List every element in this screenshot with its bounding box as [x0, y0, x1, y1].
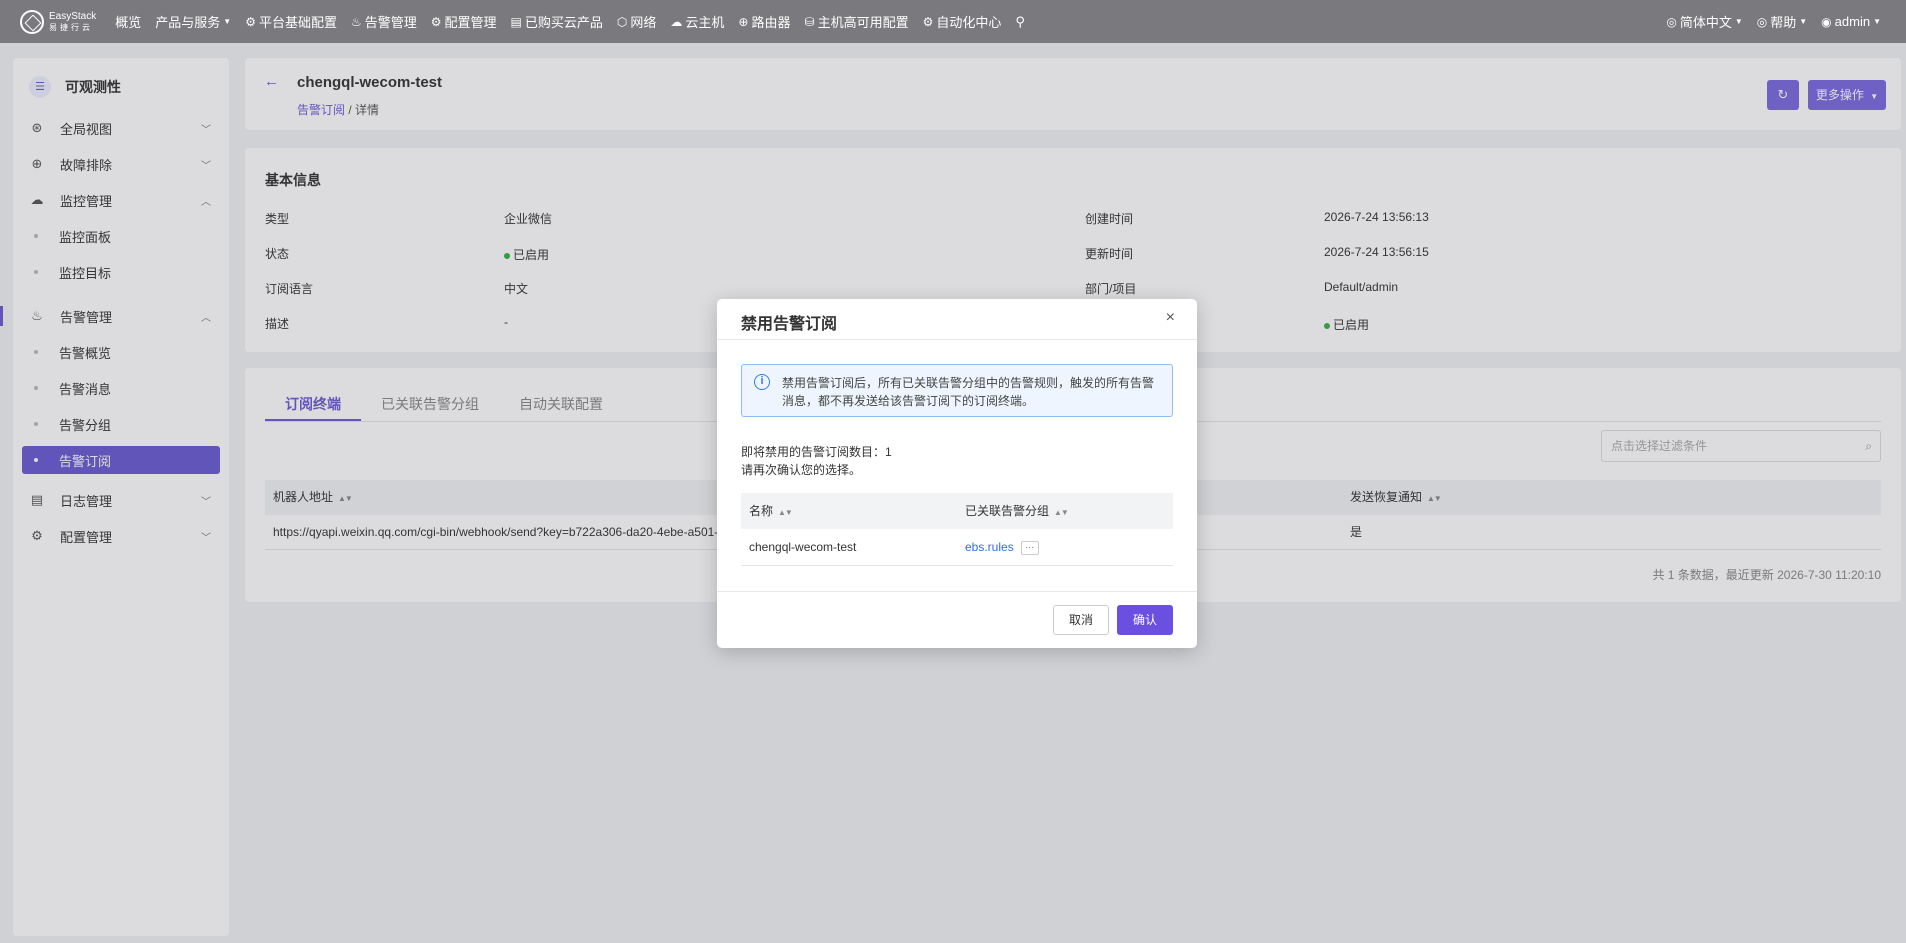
info-icon: i	[754, 374, 770, 390]
nav-item[interactable]: ☁ 云主机	[663, 0, 731, 43]
brand-sub: 易捷行云	[49, 22, 93, 32]
nav-icon: ⛁	[804, 14, 815, 29]
nav-item[interactable]: ⚙ 平台基础配置	[238, 0, 344, 43]
info-alert: i 禁用告警订阅后，所有已关联告警分组中的告警规则，触发的所有告警消息，都不再发…	[741, 364, 1173, 417]
divider	[717, 339, 1197, 340]
column-name[interactable]: 名称 ▲▼	[749, 493, 793, 531]
nav-icon: ⚙	[245, 14, 256, 29]
nav-item[interactable]: ⚙ 配置管理	[424, 0, 504, 43]
help-icon: ◎	[1756, 14, 1768, 29]
nav-menu: 概览 产品与服务 ▼ ⚙ 平台基础配置 ♨ 告警管理 ⚙ 配置管理 ▤ 已购买云产品 ⬡ 网络 ☁ 云主机 ⊕…	[108, 0, 1008, 43]
pin-icon[interactable]: ⚲	[1008, 0, 1032, 43]
logo-icon	[20, 9, 44, 34]
top-nav: EasyStack 易捷行云 概览 产品与服务 ▼ ⚙ 平台基础配置 ♨ 告警管理 ⚙ 配置管理…	[0, 0, 1906, 43]
nav-icon: ⊕	[738, 14, 749, 29]
confirm-button[interactable]: 确认	[1117, 605, 1173, 635]
caret-down-icon: ▼	[1873, 17, 1881, 26]
nav-icon: ⚙	[922, 14, 934, 29]
sort-icon[interactable]: ▲▼	[778, 508, 793, 517]
cancel-button[interactable]: 取消	[1053, 605, 1109, 635]
language-menu[interactable]: ◎ 简体中文 ▼	[1659, 0, 1749, 43]
group-link[interactable]: ebs.rules	[965, 540, 1014, 554]
nav-icon: ♨	[350, 14, 362, 29]
nav-icon: ☁	[670, 14, 683, 29]
nav-item[interactable]: 概览	[108, 0, 148, 43]
divider	[717, 591, 1197, 592]
cell-name: chengql-wecom-test	[749, 540, 857, 554]
caret-down-icon: ▼	[223, 17, 232, 26]
nav-item[interactable]: ⛁ 主机高可用配置	[798, 0, 916, 43]
nav-icon: ⚙	[430, 14, 442, 29]
close-icon[interactable]: ×	[1166, 309, 1175, 327]
confirm-text: 请再次确认您的选择。	[741, 463, 862, 477]
globe-icon: ◎	[1666, 14, 1677, 29]
caret-down-icon: ▼	[1734, 17, 1743, 26]
modal-title: 禁用告警订阅	[741, 316, 838, 333]
column-group[interactable]: 已关联告警分组 ▲▼	[965, 493, 1069, 531]
nav-item[interactable]: ♨ 告警管理	[344, 0, 424, 43]
brand-name: EasyStack	[49, 10, 97, 22]
nav-item[interactable]: ⬡ 网络	[610, 0, 664, 43]
nav-item[interactable]: ⊕ 路由器	[731, 0, 797, 43]
help-menu[interactable]: ◎ 帮助 ▼	[1750, 0, 1814, 43]
nav-icon: ⬡	[616, 14, 628, 29]
user-menu[interactable]: ◉ admin ▼	[1814, 0, 1888, 43]
nav-icon: ▤	[510, 14, 522, 29]
nav-item[interactable]: 产品与服务 ▼	[148, 0, 238, 43]
cell-group: ebs.rules ···	[965, 529, 1039, 565]
logo[interactable]: EasyStack 易捷行云	[20, 9, 97, 34]
nav-item[interactable]: ⚙ 自动化中心	[916, 0, 1009, 43]
modal-table-header: 名称 ▲▼ 已关联告警分组 ▲▼	[741, 493, 1173, 529]
disable-subscription-modal: 禁用告警订阅 × i 禁用告警订阅后，所有已关联告警分组中的告警规则，触发的所有…	[717, 299, 1197, 648]
more-icon[interactable]: ···	[1020, 540, 1039, 555]
count-text: 即将禁用的告警订阅数目：1	[741, 445, 892, 459]
caret-down-icon: ▼	[1799, 17, 1808, 26]
user-icon: ◉	[1821, 14, 1832, 29]
nav-item[interactable]: ▤ 已购买云产品	[504, 0, 610, 43]
table-row: chengql-wecom-test ebs.rules ···	[741, 529, 1173, 566]
sort-icon[interactable]: ▲▼	[1054, 508, 1069, 517]
